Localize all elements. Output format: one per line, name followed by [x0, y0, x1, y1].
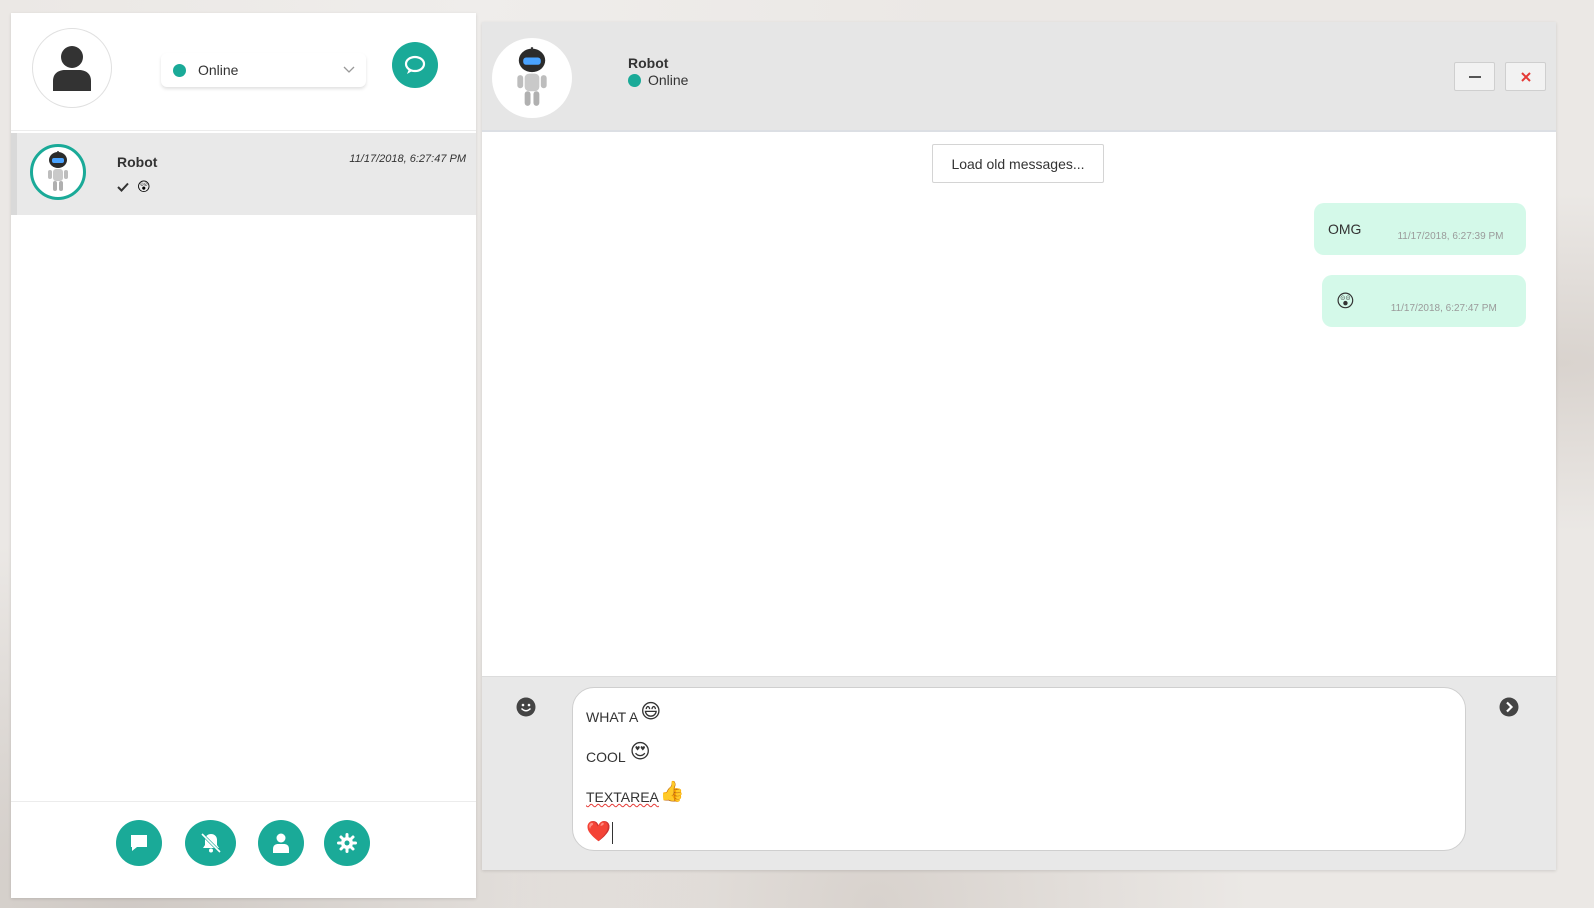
conversation-item[interactable]: Robot 11/17/2018, 6:27:47 PM 😲: [11, 133, 476, 215]
input-line-emoji: 😍: [629, 741, 651, 763]
message-time: 11/17/2018, 6:27:39 PM: [1397, 230, 1504, 242]
message-icon: [131, 835, 147, 851]
check-icon: [117, 182, 129, 192]
input-line-text: TEXTAREA: [586, 789, 659, 805]
bell-off-icon: [200, 832, 221, 854]
peer-name: Robot: [628, 55, 669, 71]
message-bubble: OMG 11/17/2018, 6:27:39 PM: [1314, 203, 1526, 255]
conversation-preview-text: 😲: [137, 179, 151, 194]
minimize-button[interactable]: [1454, 62, 1495, 91]
settings-button[interactable]: [324, 820, 370, 866]
profile-button[interactable]: [258, 820, 304, 866]
input-line: ❤️: [586, 814, 1452, 854]
robot-avatar-icon: [48, 151, 68, 191]
message-text: 😲: [1336, 290, 1355, 311]
chat-panel: Robot Online Load old messages... OMG 11…: [482, 22, 1556, 870]
input-line: TEXTAREA 👍: [586, 774, 1452, 814]
conversation-name: Robot: [117, 154, 158, 170]
input-line-emoji: 😄: [640, 701, 662, 723]
status-select-value: Online: [198, 62, 239, 78]
send-arrow-icon: [1499, 697, 1519, 717]
input-line-emoji: ❤️: [586, 821, 611, 843]
message-bubble: 😲 11/17/2018, 6:27:47 PM: [1322, 275, 1526, 327]
status-select[interactable]: Online: [161, 53, 366, 87]
message-text: OMG: [1328, 221, 1362, 237]
emoji-picker-button[interactable]: [516, 697, 536, 722]
message-time: 11/17/2018, 6:27:47 PM: [1390, 302, 1497, 314]
chevron-down-icon: [343, 66, 355, 73]
new-chat-button[interactable]: [392, 42, 438, 88]
gear-icon: [337, 833, 357, 853]
sidebar: Online Robot 11/17/2018, 6:27:47 PM 😲: [11, 13, 476, 898]
peer-avatar: [492, 38, 572, 118]
conversation-time: 11/17/2018, 6:27:47 PM: [349, 153, 466, 165]
robot-avatar-icon: [517, 47, 547, 106]
message-input[interactable]: WHAT A 😄 COOL 😍 TEXTAREA 👍 ❤️: [572, 687, 1466, 851]
send-button[interactable]: [1499, 697, 1519, 722]
chat-bubble-icon: [404, 55, 426, 74]
user-icon: [273, 833, 289, 853]
status-dot: [173, 63, 186, 77]
mute-notifications-button[interactable]: [185, 820, 236, 866]
close-button[interactable]: [1505, 62, 1546, 91]
input-line-text: COOL: [586, 749, 626, 765]
input-line-emoji: 👍: [659, 781, 685, 803]
composer: WHAT A 😄 COOL 😍 TEXTAREA 👍 ❤️: [482, 676, 1556, 870]
input-line: COOL 😍: [586, 734, 1452, 774]
status-dot: [628, 73, 641, 87]
text-caret: [611, 822, 613, 844]
load-old-messages-button[interactable]: Load old messages...: [932, 144, 1104, 183]
minimize-icon: [1468, 75, 1481, 78]
conversation-avatar: [30, 144, 86, 200]
chat-header: Robot Online: [482, 22, 1556, 132]
user-icon: [53, 46, 91, 91]
input-line: WHAT A 😄: [586, 701, 1452, 734]
input-line-text: WHAT A: [586, 709, 639, 725]
peer-status: Online: [628, 72, 688, 88]
peer-status-text: Online: [648, 72, 689, 88]
close-icon: [1520, 71, 1531, 82]
sidebar-header: Online: [11, 13, 476, 131]
conversation-list: Robot 11/17/2018, 6:27:47 PM 😲: [11, 133, 476, 215]
messages-button[interactable]: [116, 820, 162, 866]
conversation-preview: 😲: [117, 179, 151, 195]
smiley-icon: [516, 697, 536, 717]
sidebar-footer: [11, 801, 476, 883]
my-avatar[interactable]: [32, 28, 112, 108]
message-list: Load old messages... OMG 11/17/2018, 6:2…: [482, 134, 1556, 676]
